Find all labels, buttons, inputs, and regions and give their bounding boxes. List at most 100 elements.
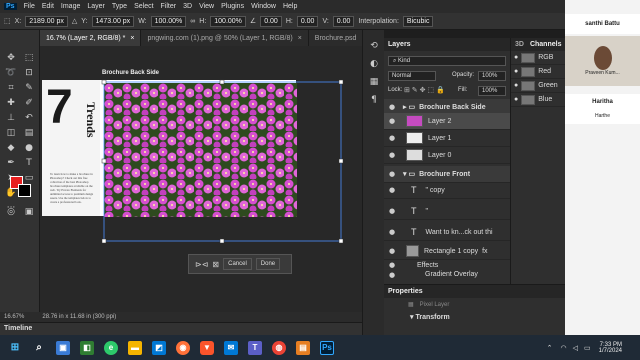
layer-group-front[interactable]: ● ▾ ▭ Brochure Front [384, 166, 510, 183]
menu-filter[interactable]: Filter [161, 3, 177, 10]
dodge-tool-icon[interactable]: ● [22, 142, 36, 154]
battery-icon[interactable]: ▭ [584, 344, 591, 352]
pen-tool-icon[interactable]: ✒ [4, 157, 18, 169]
quick-select-tool-icon[interactable]: ⊡ [22, 67, 36, 79]
menu-plugins[interactable]: Plugins [221, 3, 244, 10]
menu-file[interactable]: File [24, 3, 35, 10]
photoshop-logo-icon[interactable]: Ps [4, 3, 17, 10]
channel-green[interactable]: ● Green [511, 79, 565, 93]
eye-icon[interactable]: ● [387, 261, 397, 269]
effects-row[interactable]: ● Effects [384, 260, 510, 270]
layers-title[interactable]: Layers [388, 41, 411, 48]
adjustments-panel-icon[interactable]: ◐ [367, 58, 381, 70]
angle-field[interactable]: 0.00 [260, 15, 282, 27]
libraries-panel-icon[interactable]: ▦ [367, 76, 381, 88]
volume-icon[interactable]: ◁ [573, 344, 578, 352]
participant-tile[interactable]: santhi Battu [565, 14, 640, 34]
h-field[interactable]: 100.00% [210, 15, 246, 27]
photoshop-taskbar-icon[interactable]: Ps [320, 340, 334, 355]
menu-window[interactable]: Window [251, 3, 276, 10]
layer-row-layer-2[interactable]: ● Layer 2 [384, 113, 510, 130]
properties-title[interactable]: Properties [388, 288, 423, 295]
layer-row-rectangle-copy[interactable]: ● Rectangle 1 copy fx [384, 243, 510, 260]
eye-icon[interactable]: ● [387, 247, 397, 255]
lock-icons[interactable]: ⊞ ✎ ✥ ⬚ 🔒 [404, 86, 445, 94]
eye-icon[interactable]: ● [387, 228, 397, 236]
tab-layer2-doc[interactable]: 16.7% (Layer 2, RGB/8) * × [40, 30, 142, 46]
w-field[interactable]: 100.00% [150, 15, 187, 27]
eyedropper-tool-icon[interactable]: ✎ [22, 82, 36, 94]
eye-icon[interactable]: ● [387, 271, 397, 279]
participant-tile[interactable]: Haritha Harthe [565, 94, 640, 124]
channel-red[interactable]: ● Red [511, 65, 565, 79]
menu-type[interactable]: Type [112, 3, 127, 10]
channel-blue[interactable]: ● Blue [511, 93, 565, 107]
tab-3d[interactable]: 3D [515, 41, 524, 48]
tray-chevron-icon[interactable]: ⌃ [547, 344, 553, 352]
eye-icon[interactable]: ● [387, 151, 397, 159]
cancel-button[interactable]: Cancel [223, 258, 252, 270]
brush-tool-icon[interactable]: ✐ [22, 97, 36, 109]
firefox-icon[interactable]: ◉ [176, 340, 190, 355]
v-skew-field[interactable]: 0.00 [332, 15, 355, 27]
eye-icon[interactable]: ● [514, 54, 518, 61]
file-manager-icon[interactable]: ▤ [296, 340, 310, 355]
eye-icon[interactable]: ● [514, 82, 518, 89]
close-icon[interactable]: × [130, 35, 134, 42]
eye-icon[interactable]: ● [387, 207, 397, 215]
menu-select[interactable]: Select [134, 3, 153, 10]
y-field[interactable]: 1473.00 px [91, 15, 135, 27]
eye-icon[interactable]: ● [514, 96, 518, 103]
eye-icon[interactable]: ● [387, 134, 397, 142]
menu-edit[interactable]: Edit [42, 3, 54, 10]
layer-row-layer-1[interactable]: ● Layer 1 [384, 130, 510, 147]
shape-tool-icon[interactable]: ▭ [22, 172, 36, 184]
warp-icon[interactable]: ⊳⊲ [195, 260, 208, 269]
paragraph-panel-icon[interactable]: ¶ [367, 94, 381, 106]
delta-icon[interactable]: △ [72, 17, 77, 25]
store-icon[interactable]: ◩ [152, 340, 166, 355]
menu-layer[interactable]: Layer [87, 3, 105, 10]
task-view-icon[interactable]: ▣ [56, 340, 70, 355]
blur-tool-icon[interactable]: ◆ [4, 142, 18, 154]
eye-icon[interactable]: ● [387, 117, 397, 125]
brave-browser-icon[interactable]: ▼ [200, 340, 214, 355]
kind-filter-select[interactable]: ⌕ Kind [388, 56, 506, 66]
search-icon[interactable]: ⌕ [32, 341, 46, 355]
type-tool-icon[interactable]: T [22, 157, 36, 169]
transform-icon[interactable]: ⬚ [4, 17, 11, 25]
menu-help[interactable]: Help [283, 3, 297, 10]
eye-icon[interactable]: ● [387, 170, 397, 178]
quick-mask-icon[interactable]: ◎ [4, 206, 18, 218]
done-button[interactable]: Done [255, 258, 281, 270]
eye-icon[interactable]: ● [514, 68, 518, 75]
blend-mode-select[interactable]: Normal [388, 71, 436, 81]
menu-view[interactable]: View [199, 3, 214, 10]
close-icon[interactable]: × [298, 35, 302, 42]
canvas-area[interactable]: 7 Trends To learn how to make a brochure… [40, 46, 362, 312]
screen-mode-icon[interactable]: ▣ [22, 206, 36, 218]
stamp-tool-icon[interactable]: ⊥ [4, 112, 18, 124]
crop-tool-icon[interactable]: ⌗ [4, 82, 18, 94]
windows-start-icon[interactable]: ⊞ [8, 341, 22, 355]
marquee-tool-icon[interactable]: ⬚ [22, 52, 36, 64]
menu-3d[interactable]: 3D [183, 3, 192, 10]
interpolation-select[interactable]: Bicubic [402, 15, 434, 27]
participant-video-tile[interactable]: Praveen Kum... [565, 36, 640, 86]
background-color-swatch[interactable] [18, 184, 31, 197]
history-panel-icon[interactable]: ⟲ [367, 40, 381, 52]
healing-brush-tool-icon[interactable]: ✚ [4, 97, 18, 109]
eye-icon[interactable]: ● [387, 186, 397, 194]
lasso-tool-icon[interactable]: ➰ [4, 67, 18, 79]
mail-icon[interactable]: ✉ [224, 340, 238, 355]
history-brush-tool-icon[interactable]: ↶ [22, 112, 36, 124]
eraser-tool-icon[interactable]: ◫ [4, 127, 18, 139]
layer-row-quote-copy[interactable]: ● T " copy [384, 182, 510, 199]
link-icon[interactable]: ∞ [190, 18, 195, 25]
wifi-icon[interactable]: ◠ [561, 344, 567, 352]
channel-rgb[interactable]: ● RGB [511, 51, 565, 65]
widgets-icon[interactable]: ◧ [80, 340, 94, 355]
clock[interactable]: 7:33 PM 1/7/2024 [599, 342, 622, 354]
teams-icon[interactable]: T [248, 340, 262, 355]
x-field[interactable]: 2189.00 px [25, 15, 68, 27]
